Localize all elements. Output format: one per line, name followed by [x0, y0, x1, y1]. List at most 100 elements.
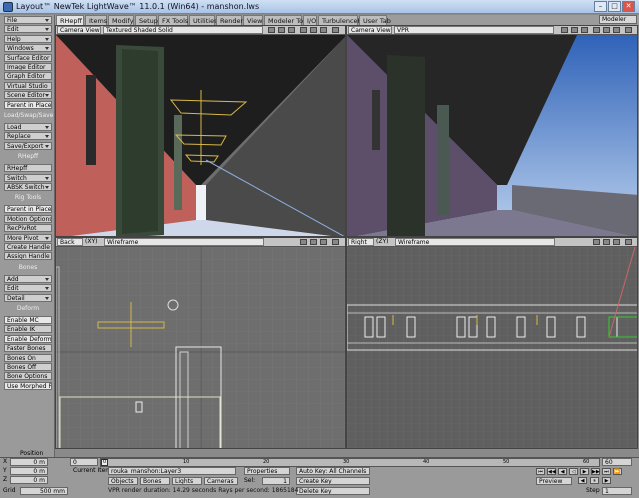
- settings-icon[interactable]: [571, 27, 578, 33]
- minimize-button[interactable]: –: [594, 1, 607, 12]
- maximize-viewport-icon[interactable]: [332, 239, 339, 245]
- rewind-icon[interactable]: ◀: [578, 477, 587, 484]
- tab-view[interactable]: View: [243, 15, 263, 25]
- render-mode-select[interactable]: Wireframe: [104, 238, 264, 246]
- sidebar-help-button[interactable]: Help: [4, 34, 52, 43]
- sidebar-rhepff-button[interactable]: RHepff: [4, 164, 52, 173]
- properties-button[interactable]: Properties: [244, 467, 290, 475]
- y-position-field[interactable]: 0 m: [10, 467, 48, 475]
- prev-key-icon[interactable]: ◀◀: [547, 468, 556, 475]
- move-view-icon[interactable]: [300, 27, 307, 33]
- sidebar-detail-button[interactable]: Detail: [4, 293, 52, 302]
- tab-modify[interactable]: Modify: [108, 15, 134, 25]
- grid-size-field[interactable]: 500 mm: [20, 487, 68, 495]
- zoom-view-icon[interactable]: [320, 239, 327, 245]
- rotate-view-icon[interactable]: [310, 239, 317, 245]
- sidebar-bones-on-button[interactable]: Bones On: [4, 353, 52, 362]
- maximize-viewport-icon[interactable]: [625, 239, 632, 245]
- view-type-select[interactable]: Camera View: [57, 26, 101, 34]
- camera-icon[interactable]: [268, 27, 275, 33]
- play-forward-icon[interactable]: ▶: [602, 477, 611, 484]
- sidebar-absk-switch-button[interactable]: ABSK Switch: [4, 183, 52, 191]
- delete-key-button[interactable]: Delete Key: [296, 487, 370, 495]
- view-type-select[interactable]: Back: [57, 238, 83, 246]
- sidebar-recpivrot-button[interactable]: RecPivRot: [4, 224, 52, 233]
- first-frame-icon[interactable]: ⏮: [536, 468, 545, 475]
- maximize-button[interactable]: □: [608, 1, 621, 12]
- sidebar-parent-in-place-button[interactable]: Parent in Place: [4, 100, 52, 109]
- next-frame-icon[interactable]: ▶▶: [591, 468, 600, 475]
- modeler-dropdown[interactable]: Modeler: [599, 15, 637, 24]
- cameras-button[interactable]: Cameras: [204, 477, 238, 485]
- sidebar-surface-editor-button[interactable]: Surface Editor: [4, 53, 52, 62]
- eye-icon[interactable]: [288, 27, 295, 33]
- sidebar-bone-options-button[interactable]: Bone Options: [4, 372, 52, 381]
- prev-frame-icon[interactable]: ◀: [558, 468, 567, 475]
- end-frame-field[interactable]: 60: [602, 458, 632, 466]
- render-mode-select[interactable]: Wireframe: [395, 238, 555, 246]
- start-frame-field[interactable]: 0: [70, 458, 98, 466]
- sidebar-file-button[interactable]: File: [4, 16, 52, 24]
- z-position-field[interactable]: 0 m: [10, 476, 48, 484]
- preview-dropdown[interactable]: Preview: [536, 477, 572, 485]
- autokey-toggle[interactable]: Auto Key: All Channels: [296, 467, 370, 475]
- move-view-icon[interactable]: [300, 239, 307, 245]
- viewport-back[interactable]: Back (XY) Wireframe: [55, 237, 346, 449]
- sidebar-add-button[interactable]: Add: [4, 274, 52, 283]
- sidebar-image-editor-button[interactable]: Image Editor: [4, 63, 52, 71]
- tab-utilities[interactable]: Utilities: [189, 15, 217, 25]
- sidebar-enable-deform-button[interactable]: Enable Deform: [4, 334, 52, 343]
- tab-modeler-tools[interactable]: Modeler Tools: [264, 15, 312, 25]
- tab-user-tab[interactable]: User Tab: [359, 15, 391, 25]
- rotate-view-icon[interactable]: [310, 27, 317, 33]
- tab-render[interactable]: Render: [216, 15, 243, 25]
- sidebar-motion-options-button[interactable]: Motion Options: [4, 214, 52, 223]
- rotate-view-icon[interactable]: [603, 239, 610, 245]
- sidebar-edit-button[interactable]: Edit: [4, 284, 52, 293]
- sidebar-save-export-button[interactable]: Save/Export: [4, 141, 52, 150]
- move-view-icon[interactable]: [593, 27, 600, 33]
- render-mode-select[interactable]: Textured Shaded Solid: [103, 26, 263, 34]
- tab-i-o[interactable]: I/O: [303, 15, 317, 25]
- zoom-view-icon[interactable]: [613, 27, 620, 33]
- tab-turbulencefd[interactable]: TurbulenceFD: [318, 15, 366, 25]
- sidebar-enable-ik-button[interactable]: Enable IK: [4, 325, 52, 334]
- close-button[interactable]: ✕: [622, 1, 635, 12]
- tab-setup[interactable]: Setup: [135, 15, 158, 25]
- sidebar-scene-editor-button[interactable]: Scene Editor: [4, 91, 52, 100]
- settings-icon[interactable]: [278, 27, 285, 33]
- viewport-camera-textured[interactable]: Camera View Textured Shaded Solid: [55, 25, 346, 237]
- timeline-slider[interactable]: 0 10 20 30 40 50 60: [100, 458, 600, 467]
- maximize-viewport-icon[interactable]: [625, 27, 632, 33]
- sidebar-use-morphed-positions-button[interactable]: Use Morphed Positions: [4, 381, 52, 390]
- sidebar-enable-mc-button[interactable]: Enable MC: [4, 316, 52, 324]
- zoom-view-icon[interactable]: [320, 27, 327, 33]
- current-item-select[interactable]: rouka_manshon:Layer3: [108, 467, 236, 475]
- objects-button[interactable]: Objects: [108, 477, 138, 485]
- sidebar-graph-editor-button[interactable]: Graph Editor: [4, 72, 52, 81]
- viewport-right[interactable]: Right (ZY) Wireframe: [346, 237, 638, 449]
- move-view-icon[interactable]: [593, 239, 600, 245]
- maximize-viewport-icon[interactable]: [332, 27, 339, 33]
- tab-fx-tools[interactable]: FX Tools: [158, 15, 188, 25]
- sidebar-parent-in-place-button[interactable]: Parent in Place: [4, 205, 52, 214]
- camera-icon[interactable]: [561, 27, 568, 33]
- sidebar-bones-off-button[interactable]: Bones Off: [4, 363, 52, 371]
- sidebar-edit-button[interactable]: Edit: [4, 25, 52, 34]
- play-reverse-icon[interactable]: ◁: [569, 468, 578, 475]
- lights-button[interactable]: Lights: [172, 477, 202, 485]
- sidebar-load-button[interactable]: Load: [4, 123, 52, 131]
- sidebar-faster-bones-button[interactable]: Faster Bones: [4, 344, 52, 353]
- zoom-view-icon[interactable]: [613, 239, 620, 245]
- sidebar-switch-button[interactable]: Switch: [4, 173, 52, 182]
- viewport-camera-vpr[interactable]: Camera View VPR: [346, 25, 638, 237]
- view-type-select[interactable]: Camera View: [348, 26, 392, 34]
- sidebar-more-pivot-button[interactable]: More Pivot: [4, 233, 52, 242]
- create-key-button[interactable]: Create Key: [296, 477, 370, 485]
- pause-icon[interactable]: ⏸: [590, 477, 599, 484]
- sidebar-virtual-studio-button[interactable]: Virtual Studio: [4, 81, 52, 90]
- render-mode-select[interactable]: VPR: [394, 26, 554, 34]
- last-frame-icon[interactable]: ⏩: [613, 468, 622, 475]
- play-icon[interactable]: ▶: [580, 468, 589, 475]
- sidebar-replace-button[interactable]: Replace: [4, 132, 52, 141]
